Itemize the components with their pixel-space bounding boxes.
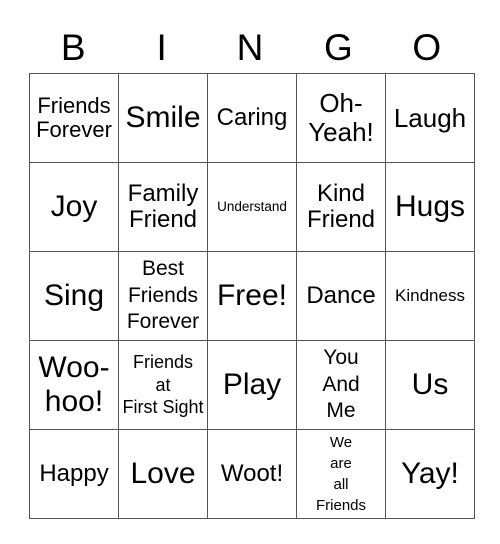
grid-row: Happy Love Woot! We are all Friends Yay! <box>29 429 475 519</box>
grid-row: Joy Family Friend Understand Kind Friend… <box>29 162 475 252</box>
cell-line: Friend <box>306 206 376 233</box>
bingo-cell[interactable]: Hugs <box>385 162 475 252</box>
bingo-grid: Friends Forever Smile Caring Oh- Yeah! L… <box>29 73 475 519</box>
cell-line: Yeah! <box>308 117 374 147</box>
cell-line: Family <box>127 179 199 207</box>
cell-line: Best <box>141 256 185 280</box>
bingo-cell[interactable]: Dance <box>296 251 386 341</box>
cell-line: are <box>330 455 352 472</box>
bingo-cell[interactable]: Understand <box>207 162 297 252</box>
cell-line: Forever <box>36 117 112 142</box>
grid-row: Sing Best Friends Forever Free! Dance Ki… <box>29 251 475 341</box>
bingo-cell[interactable]: Woot! <box>207 429 297 519</box>
grid-row: Friends Forever Smile Caring Oh- Yeah! L… <box>29 73 475 163</box>
bingo-cell[interactable]: Smile <box>118 73 208 163</box>
cell-line: hoo! <box>44 385 104 418</box>
bingo-cell[interactable]: Family Friend <box>118 162 208 252</box>
grid-row: Woo- hoo! Friends at First Sight Play Yo… <box>29 340 475 430</box>
bingo-cell[interactable]: Friends at First Sight <box>118 340 208 430</box>
bingo-cell[interactable]: Laugh <box>385 73 475 163</box>
cell-line: all <box>333 476 349 493</box>
bingo-cell[interactable]: Yay! <box>385 429 475 519</box>
cell-line: Kind <box>316 179 366 207</box>
cell-line: We <box>329 434 353 451</box>
cell-line: And <box>322 372 360 396</box>
cell-line: You <box>323 345 359 369</box>
header-letter-b: B <box>60 27 86 68</box>
cell-line: Friends <box>37 92 111 118</box>
bingo-cell[interactable]: Oh- Yeah! <box>296 73 386 163</box>
bingo-cell[interactable]: Caring <box>207 73 297 163</box>
cell-line: at <box>155 374 171 395</box>
bingo-cell[interactable]: Free! <box>207 251 297 341</box>
cell-line: Woo- <box>38 350 110 384</box>
bingo-cell[interactable]: Kind Friend <box>296 162 386 252</box>
bingo-cell[interactable]: Us <box>385 340 475 430</box>
cell-line: Friend <box>128 206 198 233</box>
cell-line: Me <box>326 399 356 423</box>
bingo-cell[interactable]: Happy <box>29 429 119 519</box>
bingo-cell[interactable]: Friends Forever <box>29 73 119 163</box>
bingo-cell[interactable]: Joy <box>29 162 119 252</box>
header-letter-g: G <box>323 27 353 68</box>
bingo-cell[interactable]: Sing <box>29 251 119 341</box>
bingo-cell[interactable]: Woo- hoo! <box>29 340 119 430</box>
cell-line: First Sight <box>122 397 204 418</box>
bingo-cell[interactable]: Love <box>118 429 208 519</box>
cell-line: Friends <box>315 497 367 514</box>
cell-line: Friends <box>127 283 199 307</box>
header-letter-i: I <box>156 27 167 68</box>
header-letter-o: O <box>412 27 442 68</box>
bingo-cell[interactable]: Kindness <box>385 251 475 341</box>
cell-line: Forever <box>126 310 200 334</box>
bingo-cell[interactable]: Best Friends Forever <box>118 251 208 341</box>
bingo-cell[interactable]: We are all Friends <box>296 429 386 519</box>
cell-line: Friends <box>132 352 194 373</box>
bingo-cell[interactable]: You And Me <box>296 340 386 430</box>
bingo-header: B I N G O <box>29 24 471 72</box>
bingo-cell[interactable]: Play <box>207 340 297 430</box>
header-letter-n: N <box>236 27 264 68</box>
cell-line: Oh- <box>319 88 363 119</box>
